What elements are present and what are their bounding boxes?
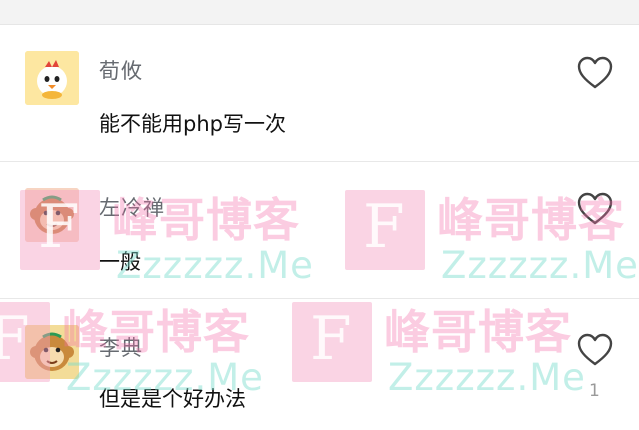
avatar[interactable] [25, 188, 79, 242]
comment-username[interactable]: 荀攸 [99, 55, 143, 85]
comment-item: 荀攸 能不能用php写一次 [0, 25, 639, 162]
comment-username[interactable]: 左冷禅 [99, 192, 165, 222]
like-button[interactable] [576, 332, 614, 368]
avatar[interactable] [25, 325, 79, 379]
cartoon-monkey-avatar-icon [25, 325, 79, 379]
comment-content: 一般 [99, 250, 141, 274]
comment-content: 但是是个好办法 [99, 387, 246, 411]
comment-username[interactable]: 李典 [99, 332, 143, 362]
comment-item: 李典 但是是个好办法 1 [0, 299, 639, 430]
comment-list-page: 荀攸 能不能用php写一次 左冷禅 一般 李典 但是是个好办法 1 F 峰哥博客… [0, 0, 639, 430]
like-count: 1 [589, 381, 600, 401]
like-button[interactable] [576, 55, 614, 91]
top-divider-strip [0, 0, 639, 25]
comment-content: 能不能用php写一次 [99, 112, 286, 136]
cartoon-monkey-avatar-icon [25, 188, 79, 242]
cartoon-chick-avatar-icon [25, 51, 79, 105]
avatar[interactable] [25, 51, 79, 105]
heart-outline-icon [577, 333, 613, 366]
comment-item: 左冷禅 一般 [0, 162, 639, 299]
like-button[interactable] [576, 191, 614, 227]
heart-outline-icon [577, 56, 613, 89]
heart-outline-icon [577, 192, 613, 225]
